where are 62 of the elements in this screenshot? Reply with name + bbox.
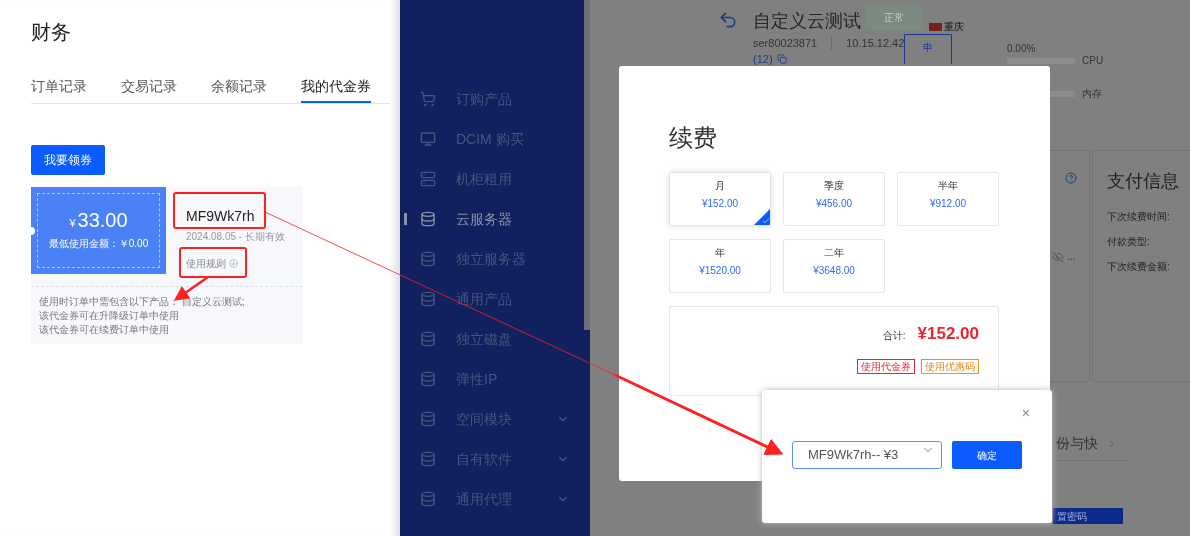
sidebar-icon: [420, 291, 436, 307]
sidebar-icon: [420, 331, 436, 347]
eye-off-icon[interactable]: [1052, 250, 1064, 263]
flag-icon: [929, 22, 942, 31]
claim-coupon-button[interactable]: 我要领券: [31, 145, 105, 175]
cpu-label: CPU: [1082, 54, 1104, 68]
rule-text: 该代金券可在升降级订单中使用: [39, 309, 180, 322]
use-voucher-button[interactable]: 使用代金券: [857, 358, 915, 374]
coupon-amount: ¥33.00: [69, 210, 128, 230]
sidebar-icon: [420, 371, 436, 387]
sidebar-icon: [420, 251, 436, 267]
total-label: 合计:: [882, 329, 906, 343]
tab[interactable]: 我的代金券: [301, 76, 371, 103]
period-option[interactable]: 半年 ¥912.00: [897, 172, 999, 226]
cpu-usage: 0.00%: [1007, 42, 1036, 56]
sidebar-icon: [420, 171, 436, 187]
server-id: ser80023871: [753, 36, 818, 51]
voucher-select[interactable]: MF9Wk7rh-- ¥3: [792, 441, 942, 469]
reset-password-bar[interactable]: 置密码: [1053, 508, 1123, 524]
min-spend-text: 最低使用金额：￥0.00: [48, 237, 149, 251]
sidebar-icon: [420, 211, 436, 227]
hidden-value: ...: [1067, 250, 1076, 264]
sidebar-icon: [420, 491, 436, 507]
tab[interactable]: 余额记录: [211, 76, 267, 103]
help-icon[interactable]: [1065, 172, 1077, 184]
status-badge: 正常: [865, 5, 923, 30]
usage-rules-link[interactable]: 使用规则: [186, 256, 226, 271]
ip-count: (12): [753, 52, 773, 67]
tab[interactable]: 交易记录: [121, 76, 177, 103]
use-promo-code-button[interactable]: 使用优惠码: [921, 358, 979, 374]
backup-heading: 份与快: [1056, 434, 1098, 453]
memory-label: 内存: [1082, 87, 1102, 101]
copy-icon[interactable]: [776, 54, 787, 65]
expand-icon: [229, 259, 238, 268]
confirm-button[interactable]: 确定: [952, 441, 1022, 469]
rule-text: 该代金券可在续费订单中使用: [39, 323, 170, 336]
close-button[interactable]: ×: [1021, 406, 1030, 420]
period-option[interactable]: 二年 ¥3648.00: [783, 239, 885, 293]
server-title: 自定义云测试: [753, 10, 861, 33]
sidebar-icon: [420, 451, 436, 467]
modal-title: 续费: [669, 123, 718, 153]
sidebar-icon: [420, 91, 436, 107]
period-option[interactable]: 年 ¥1520.00: [669, 239, 771, 293]
annotation-box: [179, 247, 247, 278]
payment-field-label: 下次续费金额:: [1107, 261, 1171, 273]
payment-field-label: 付款类型:: [1107, 236, 1151, 248]
sidebar-icon: [420, 131, 436, 147]
page-title: 财务: [31, 22, 72, 45]
period-option[interactable]: 季度 ¥456.00: [783, 172, 885, 226]
ip-address: 10.15.12.42: [846, 36, 905, 51]
validity-text: 2024.08.05 - 长期有效: [186, 230, 285, 244]
apply-button[interactable]: 申: [904, 34, 952, 64]
payment-field-label: 下次续费时间:: [1107, 211, 1171, 223]
payment-info-title: 支付信息: [1107, 170, 1180, 193]
tab[interactable]: 订单记录: [31, 76, 87, 103]
coupon-code: MF9Wk7rh: [186, 209, 256, 223]
total-price: ¥152.00: [917, 323, 979, 345]
sidebar-item[interactable]: 云服务器: [400, 199, 590, 239]
period-option[interactable]: 月 ¥152.00: [669, 172, 771, 226]
sidebar-icon: [420, 411, 436, 427]
region-text: 重庆: [944, 20, 964, 34]
back-icon[interactable]: [718, 10, 738, 30]
